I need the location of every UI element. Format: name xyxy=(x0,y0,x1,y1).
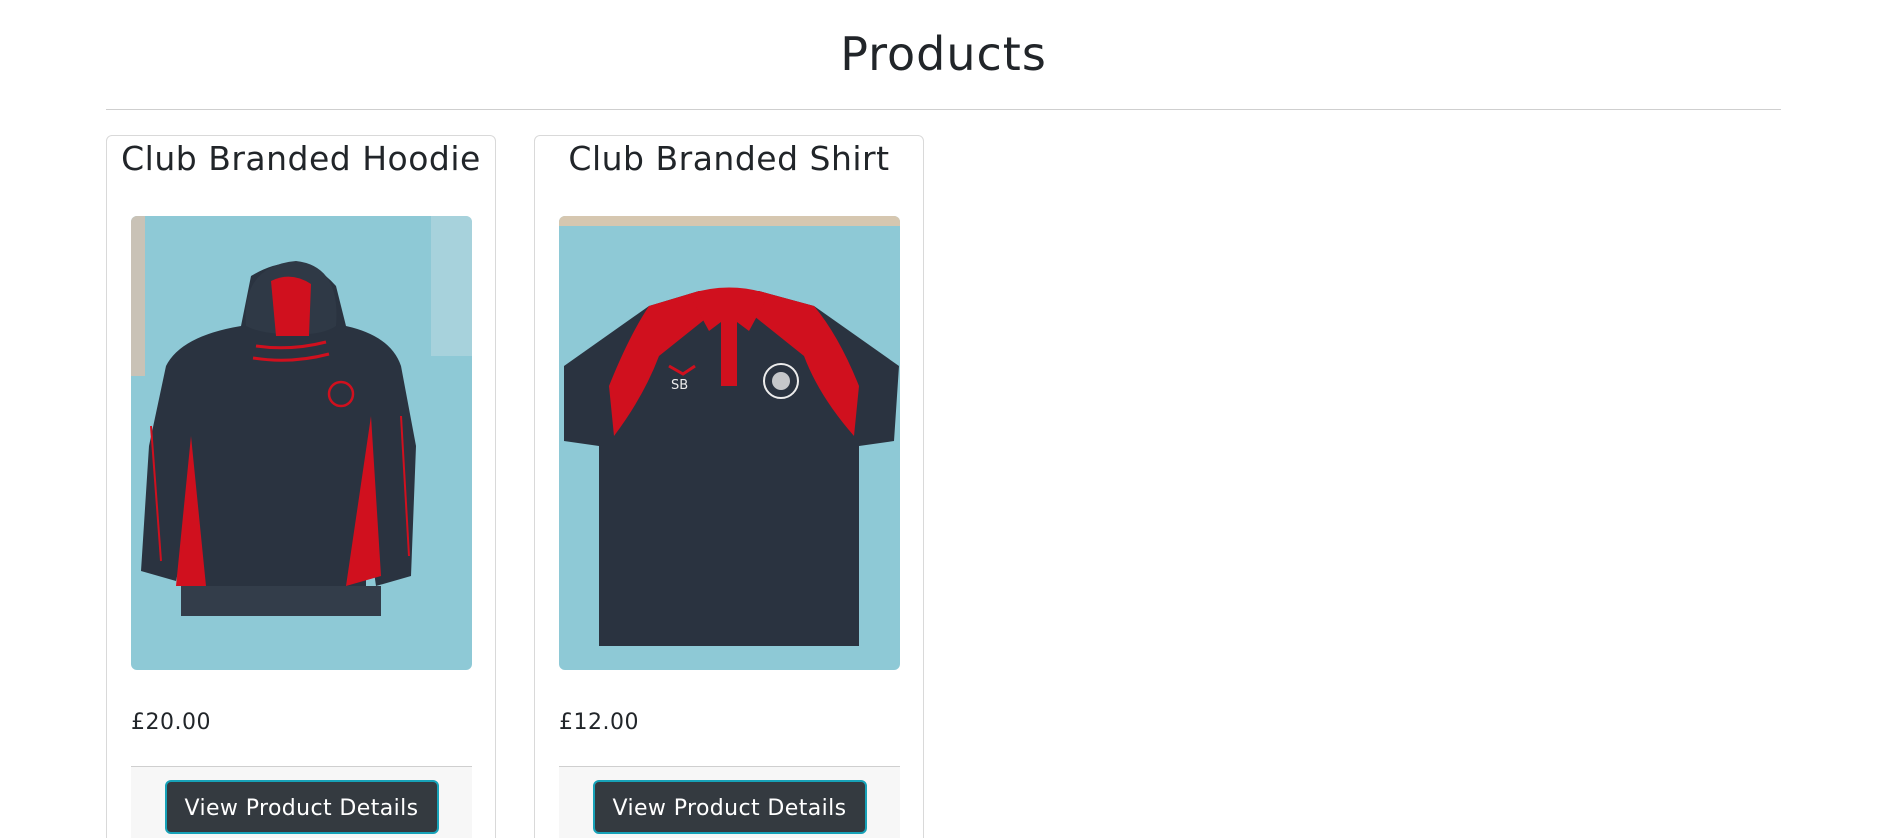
product-title: Club Branded Shirt xyxy=(568,139,890,178)
product-card: Club Branded Shirt SB £12.00 View Produc… xyxy=(534,135,924,838)
view-product-details-button[interactable]: View Product Details xyxy=(592,780,867,834)
product-image xyxy=(131,216,472,670)
svg-text:SB: SB xyxy=(671,378,688,393)
product-title: Club Branded Hoodie xyxy=(121,139,481,178)
card-footer: View Product Details xyxy=(131,766,472,838)
product-price: £20.00 xyxy=(131,710,211,735)
product-image: SB xyxy=(559,216,900,670)
products-page: Products Club Branded Hoodie £20.00 View… xyxy=(0,0,1887,838)
title-divider xyxy=(106,109,1781,110)
product-card: Club Branded Hoodie £20.00 View Product … xyxy=(106,135,496,838)
shirt-photo: SB xyxy=(559,216,900,670)
view-product-details-button[interactable]: View Product Details xyxy=(164,780,439,834)
product-price: £12.00 xyxy=(559,710,639,735)
page-title: Products xyxy=(840,27,1047,81)
card-footer: View Product Details xyxy=(559,766,900,838)
hoodie-photo xyxy=(131,216,472,670)
